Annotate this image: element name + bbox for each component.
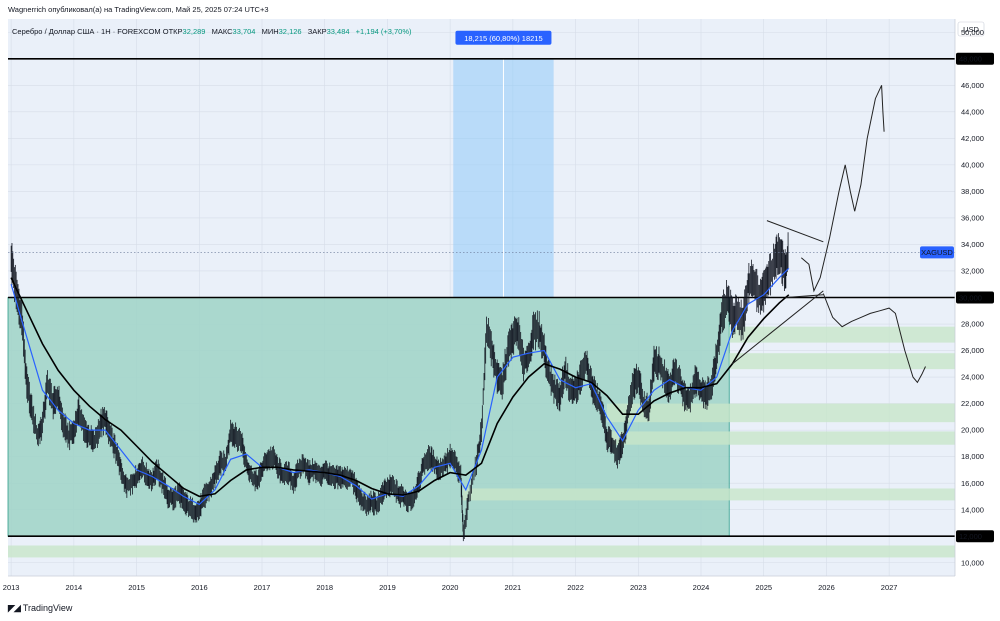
support-zone xyxy=(606,431,955,445)
time-scale-background xyxy=(0,576,1000,600)
x-tick-label: 2022 xyxy=(567,583,584,592)
support-zone xyxy=(729,326,955,343)
y-tick-label: 34,000 xyxy=(961,240,984,249)
symbol-name[interactable]: Серебро / Доллар США · 1Н · FOREXCOM xyxy=(12,27,161,36)
x-tick-label: 2020 xyxy=(442,583,459,592)
y-tick-label: 24,000 xyxy=(961,373,984,382)
y-tick-label: 16,000 xyxy=(961,479,984,488)
y-tick-label: 20,000 xyxy=(961,426,984,435)
low-value: 32,126 xyxy=(278,27,302,36)
x-tick-label: 2013 xyxy=(3,583,20,592)
y-tick-label: 36,000 xyxy=(961,214,984,223)
x-tick-label: 2014 xyxy=(66,583,83,592)
y-tick-label: 28,000 xyxy=(961,320,984,329)
level-price-label: 48,000 xyxy=(959,55,982,64)
level-price-label: 12,000 xyxy=(959,532,982,541)
open-value: 32,289 xyxy=(182,27,206,36)
x-tick-label: 2016 xyxy=(191,583,208,592)
symbol-price-label: XAGUSD xyxy=(921,248,953,257)
y-tick-label: 22,000 xyxy=(961,399,984,408)
x-tick-label: 2019 xyxy=(379,583,396,592)
tradingview-logo-text: TradingView xyxy=(22,603,73,613)
support-zone xyxy=(8,545,955,558)
y-tick-label: 18,000 xyxy=(961,452,984,461)
close-label: ЗАКР xyxy=(307,27,327,36)
open-label: ОТКР xyxy=(162,27,183,36)
close-value: 33,484 xyxy=(326,27,350,36)
y-tick-label: 42,000 xyxy=(961,134,984,143)
y-tick-label: 40,000 xyxy=(961,160,984,169)
support-zone xyxy=(606,403,955,423)
y-tick-label: 46,000 xyxy=(961,81,984,90)
x-tick-label: 2024 xyxy=(693,583,710,592)
x-tick-label: 2026 xyxy=(818,583,835,592)
measure-badge-label: 18,215 (60,80%) 18215 xyxy=(464,34,542,43)
x-tick-label: 2021 xyxy=(505,583,522,592)
x-tick-label: 2017 xyxy=(254,583,271,592)
y-tick-label: 50,000 xyxy=(961,28,984,37)
y-tick-label: 14,000 xyxy=(961,505,984,514)
x-tick-label: 2027 xyxy=(881,583,898,592)
symbol-legend: Серебро / Доллар США · 1Н · FOREXCOM ОТК… xyxy=(12,27,412,36)
x-tick-label: 2018 xyxy=(316,583,333,592)
x-tick-label: 2025 xyxy=(755,583,772,592)
x-tick-label: 2023 xyxy=(630,583,647,592)
price-chart[interactable]: 18,215 (60,80%) 18215USD10,00014,00016,0… xyxy=(0,0,1000,600)
y-tick-label: 26,000 xyxy=(961,346,984,355)
support-zone xyxy=(729,353,955,370)
tradingview-mark-icon: ◤◢ xyxy=(8,603,21,613)
y-tick-label: 10,000 xyxy=(961,558,984,567)
high-value: 33,704 xyxy=(232,27,256,36)
y-tick-label: 38,000 xyxy=(961,187,984,196)
level-price-label: 30,000 xyxy=(959,293,982,302)
x-tick-label: 2015 xyxy=(128,583,145,592)
y-tick-label: 32,000 xyxy=(961,267,984,276)
low-label: МИН xyxy=(261,27,279,36)
y-tick-label: 44,000 xyxy=(961,107,984,116)
change-value: +1,194 (+3,70%) xyxy=(355,27,412,36)
high-label: МАКС xyxy=(211,27,233,36)
tradingview-logo[interactable]: ◤◢ TradingView xyxy=(8,603,72,614)
support-zone xyxy=(462,488,955,501)
